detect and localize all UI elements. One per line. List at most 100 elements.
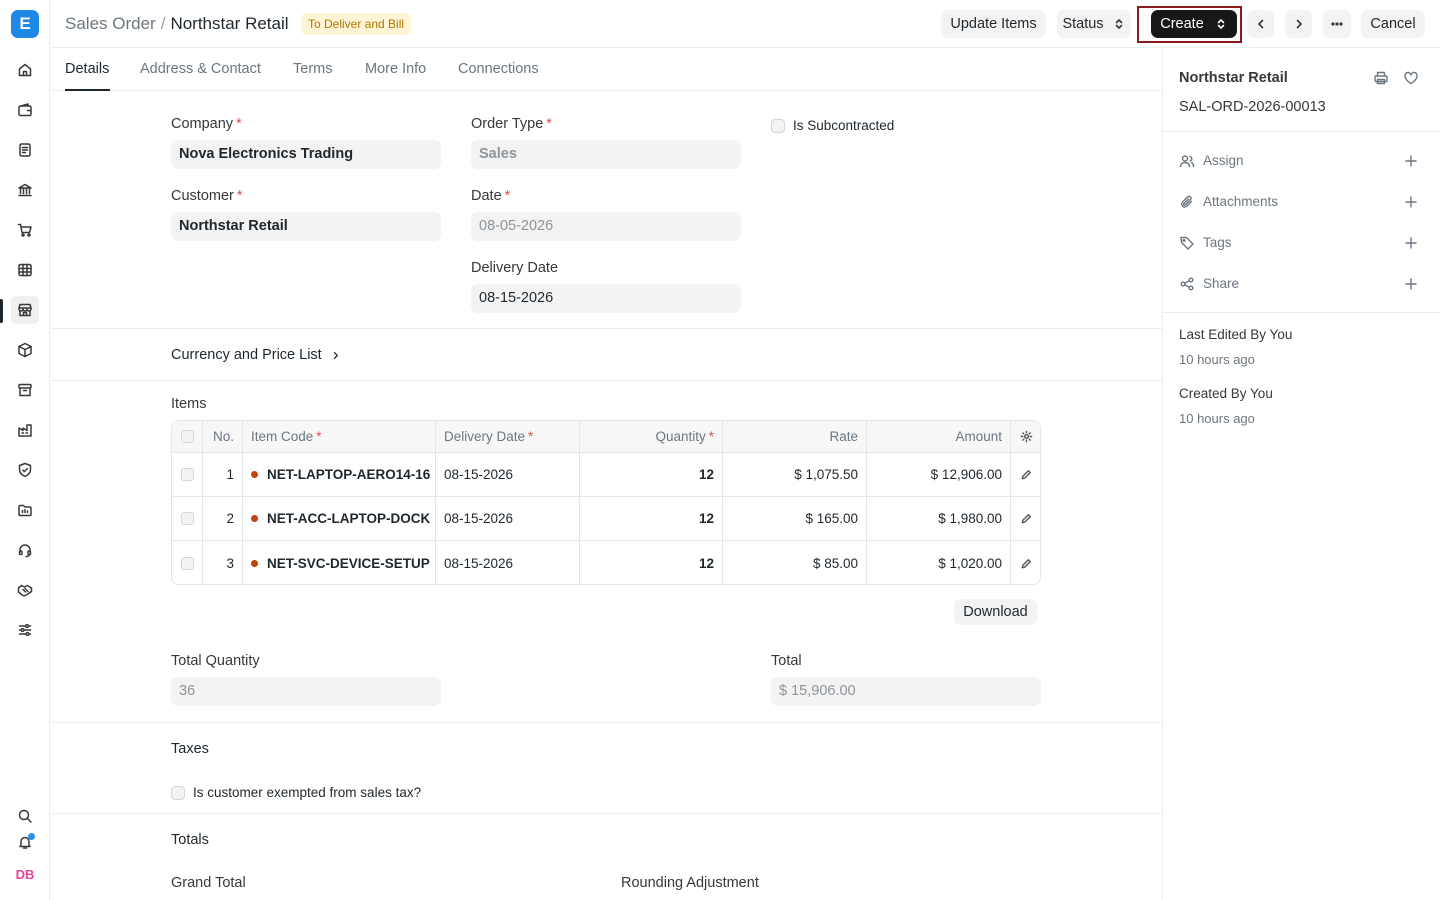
pencil-icon[interactable] [1020,512,1033,525]
row-delivery-date[interactable]: 08-15-2026 [436,541,580,584]
tab-more-info[interactable]: More Info [365,61,426,77]
plus-icon[interactable] [1403,276,1419,292]
more-options-button[interactable] [1323,10,1351,38]
app-logo[interactable]: E [11,10,39,38]
handshake-icon[interactable] [11,576,39,604]
section-divider [50,813,1162,814]
tax-exempt-checkbox[interactable] [171,786,185,800]
share-icon [1179,276,1195,292]
notification-dot [28,833,35,840]
delivery-date-label: Delivery Date [471,260,559,276]
row-quantity[interactable]: 12 [580,497,723,540]
share-action[interactable]: Share [1203,276,1239,291]
document-icon[interactable] [11,136,39,164]
previous-button[interactable] [1247,10,1274,38]
tab-terms[interactable]: Terms [293,61,332,77]
row-item-code[interactable]: NET-LAPTOP-AERO14-16 [243,453,436,496]
active-indicator [0,299,3,323]
download-button[interactable]: Download [954,599,1037,625]
form-tabs: Details Address & Contact Terms More Inf… [50,48,1162,91]
tab-address-contact[interactable]: Address & Contact [140,61,261,77]
tab-details[interactable]: Details [65,61,109,77]
table-row[interactable]: 2 NET-ACC-LAPTOP-DOCK 08-15-2026 12 $ 16… [172,497,1040,541]
plus-icon[interactable] [1403,153,1419,169]
home-icon[interactable] [11,56,39,84]
cart-icon[interactable] [11,216,39,244]
col-header-quantity: Quantity * [580,421,723,452]
column-settings-cell [1011,421,1040,452]
row-quantity[interactable]: 12 [580,453,723,496]
last-edited-time: 10 hours ago [1179,352,1255,367]
row-rate[interactable]: $ 165.00 [723,497,867,540]
pencil-icon[interactable] [1020,557,1033,570]
row-delivery-date[interactable]: 08-15-2026 [436,453,580,496]
table-icon[interactable] [11,256,39,284]
row-checkbox[interactable] [180,556,194,570]
breadcrumb-parent[interactable]: Sales Order [65,14,156,33]
plus-icon[interactable] [1403,235,1419,251]
row-quantity[interactable]: 12 [580,541,723,584]
status-dropdown[interactable]: Status [1057,10,1131,38]
row-amount: $ 1,980.00 [867,497,1011,540]
col-header-item-code: Item Code * [243,421,436,452]
table-row[interactable]: 3 NET-SVC-DEVICE-SETUP 08-15-2026 12 $ 8… [172,541,1040,584]
row-rate[interactable]: $ 85.00 [723,541,867,584]
select-all-checkbox[interactable] [180,430,194,443]
row-select-cell [172,497,203,540]
folder-icon[interactable] [11,496,39,524]
box-icon[interactable] [11,336,39,364]
pencil-icon[interactable] [1020,468,1033,481]
row-delivery-date[interactable]: 08-15-2026 [436,497,580,540]
headset-icon[interactable] [11,536,39,564]
date-field: 08-05-2026 [471,212,741,241]
form-sidebar: Northstar Retail SAL-ORD-2026-00013 Assi… [1162,48,1440,900]
date-label: Date * [471,188,511,204]
plus-icon[interactable] [1403,194,1419,210]
is-subcontracted-checkbox[interactable] [771,119,785,133]
attachments-action[interactable]: Attachments [1203,194,1278,209]
avatar[interactable]: DB [11,862,39,886]
item-status-dot [251,471,258,478]
table-row[interactable]: 1 NET-LAPTOP-AERO14-16 08-15-2026 12 $ 1… [172,453,1040,497]
row-no: 3 [203,541,243,584]
row-item-code[interactable]: NET-SVC-DEVICE-SETUP [243,541,436,584]
updown-chevron-icon [1115,19,1122,29]
company-label: Company * [171,116,242,132]
customer-field[interactable]: Northstar Retail [171,212,441,241]
total-quantity-field: 36 [171,677,441,706]
total-field: $ 15,906.00 [771,677,1041,706]
item-status-dot [251,559,258,567]
assign-action[interactable]: Assign [1203,153,1244,168]
gear-icon[interactable] [1020,430,1033,443]
next-button[interactable] [1285,10,1312,38]
shield-icon[interactable] [11,456,39,484]
row-checkbox[interactable] [180,512,194,525]
row-item-code[interactable]: NET-ACC-LAPTOP-DOCK [243,497,436,540]
tab-connections[interactable]: Connections [458,61,539,77]
row-no: 1 [203,453,243,496]
wallet-icon[interactable] [11,96,39,124]
row-rate[interactable]: $ 1,075.50 [723,453,867,496]
heart-icon[interactable] [1403,70,1419,86]
row-checkbox[interactable] [180,468,194,481]
cancel-button[interactable]: Cancel [1361,10,1425,38]
items-table-header: No. Item Code * Delivery Date * Quantity * … [172,421,1040,453]
printer-icon[interactable] [1373,70,1389,86]
sliders-icon[interactable] [11,616,39,644]
factory-icon[interactable] [11,416,39,444]
store-icon[interactable] [11,296,39,324]
bank-icon[interactable] [11,176,39,204]
row-edit-cell [1011,541,1040,584]
section-divider [50,722,1162,723]
archive-icon[interactable] [11,376,39,404]
tags-action[interactable]: Tags [1203,235,1232,250]
update-items-button[interactable]: Update Items [941,10,1046,38]
currency-price-list-title: Currency and Price List [171,347,322,363]
company-field[interactable]: Nova Electronics Trading [171,140,441,169]
search-icon[interactable] [11,802,39,830]
last-edited-label: Last Edited By You [1179,327,1293,342]
chevron-right-icon [1296,19,1302,29]
bell-icon[interactable] [11,828,39,856]
delivery-date-field[interactable]: 08-15-2026 [471,284,741,313]
currency-price-list-section[interactable]: Currency and Price List [171,347,341,363]
